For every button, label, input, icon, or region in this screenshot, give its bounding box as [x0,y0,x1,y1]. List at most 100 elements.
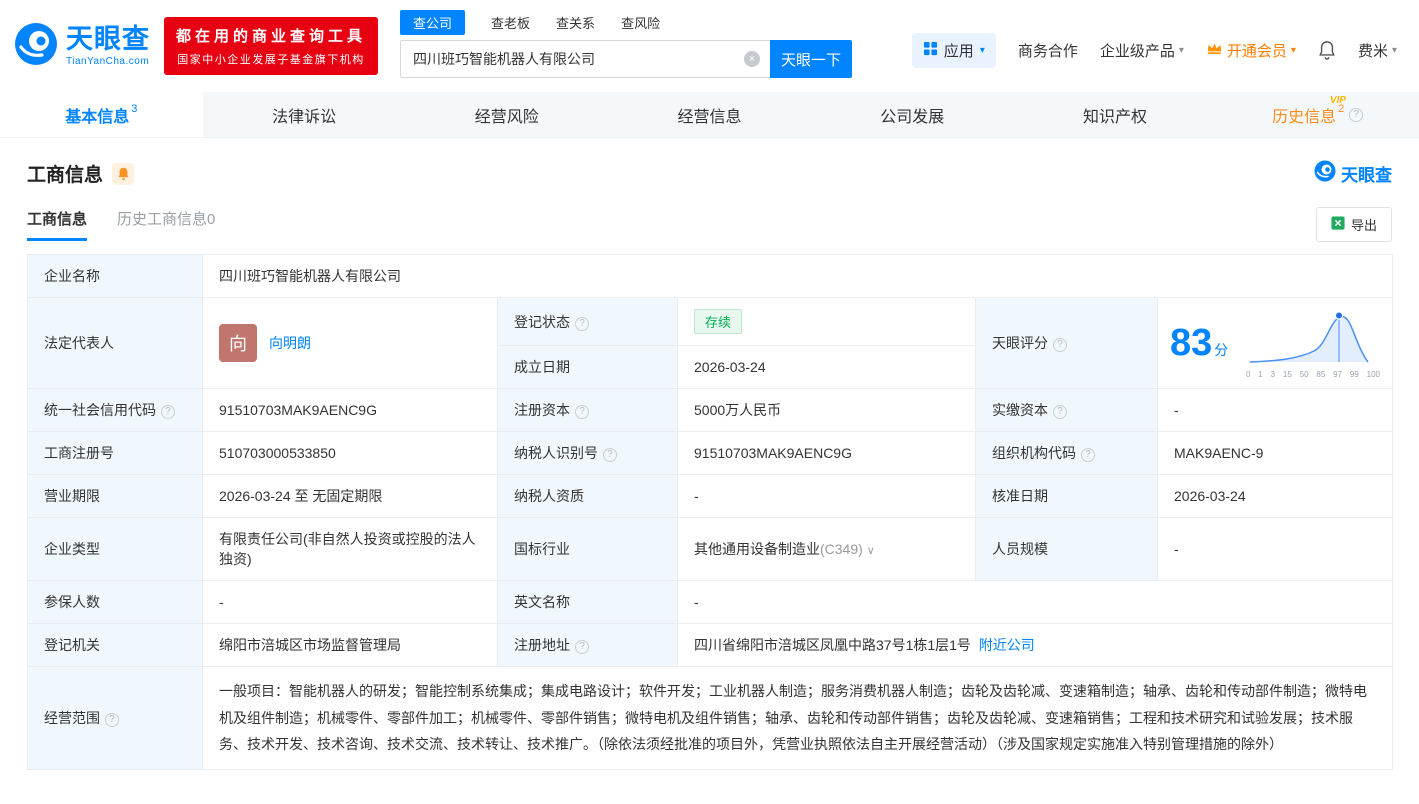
apps-label: 应用 [944,40,974,61]
business-info-table: 企业名称 四川班巧智能机器人有限公司 法定代表人 向 向明朗 登记状态? 存续 … [27,254,1393,770]
tab-label: 法律诉讼 [272,103,336,127]
table-row: 登记机关 绵阳市涪城区市场监督管理局 注册地址? 四川省绵阳市涪城区凤凰中路37… [28,624,1393,667]
enterprise-label: 企业级产品 [1100,40,1175,61]
tab-label: 经营信息 [678,103,742,127]
establish-date-label: 成立日期 [498,346,678,389]
paid-capital-label: 实缴资本? [976,389,1158,432]
org-code-label: 组织机构代码? [976,432,1158,475]
help-icon[interactable]: ? [1053,405,1067,419]
search-tab-company[interactable]: 查公司 [400,10,465,35]
subscribe-bell-icon[interactable] [112,163,134,185]
chart-tick: 15 [1283,370,1292,379]
search-tab-relation[interactable]: 查关系 [556,10,595,35]
industry-value: 其他通用设备制造业(C349)∨ [678,518,976,581]
help-icon[interactable]: ? [1081,448,1095,462]
tab-company-development[interactable]: 公司发展 [811,92,1014,137]
score-axis-ticks: 0 1 3 15 50 85 97 99 100 [1246,370,1380,379]
score-number: 83 [1170,322,1212,364]
chevron-down-icon[interactable]: ∨ [867,545,875,557]
score-number-wrap: 83分 [1170,324,1228,362]
score-label: 天眼评分? [976,298,1158,389]
section-header: 工商信息 天眼查 [27,160,1392,187]
chart-tick: 97 [1333,370,1342,379]
search-tab-risk[interactable]: 查风险 [621,10,660,35]
header-nav: 应用 ▾ 商务合作 企业级产品 ▾ 开通会员 ▾ [912,33,1397,68]
table-row: 参保人数 - 英文名称 - [28,581,1393,624]
reg-number-value: 510703000533850 [203,432,498,475]
legal-rep-value: 向 向明朗 [203,298,498,389]
tab-basic-info[interactable]: 基本信息3 [0,92,203,137]
tab-history-info[interactable]: VIP 历史信息2 ? [1216,92,1419,137]
nav-open-vip[interactable]: 开通会员 ▾ [1206,40,1296,61]
score-curve-chart: 0 1 3 15 50 85 97 99 100 [1246,308,1380,379]
establish-date-value: 2026-03-24 [678,346,976,389]
table-row: 工商注册号 510703000533850 纳税人识别号? 91510703MA… [28,432,1393,475]
tab-operational-risk[interactable]: 经营风险 [405,92,608,137]
tianyancha-company-page: 天眼查 TianYanCha.com 都在用的商业查询工具 国家中小企业发展子基… [0,0,1419,770]
help-icon[interactable]: ? [1349,108,1363,122]
nav-user[interactable]: 费米 ▾ [1358,40,1397,61]
status-badge: 存续 [694,309,742,334]
apps-menu[interactable]: 应用 ▾ [912,33,996,68]
score-unit: 分 [1214,342,1228,358]
staff-size-label: 人员规模 [976,518,1158,581]
crown-icon [1206,41,1223,59]
english-name-label: 英文名称 [498,581,678,624]
help-icon[interactable]: ? [575,405,589,419]
tab-intellectual-property[interactable]: 知识产权 [1014,92,1217,137]
promo-line1: 都在用的商业查询工具 [176,25,366,46]
help-icon[interactable]: ? [575,640,589,654]
tab-legal-proceedings[interactable]: 法律诉讼 [203,92,406,137]
clear-icon[interactable]: × [744,51,760,67]
search-input[interactable] [400,40,770,78]
subtab-business-info[interactable]: 工商信息 [27,208,87,241]
help-icon[interactable]: ? [105,713,119,727]
tab-label: 公司发展 [880,103,944,127]
help-icon[interactable]: ? [603,448,617,462]
score-value-cell: 83分 0 1 3 [1158,298,1393,389]
search-tab-boss[interactable]: 查老板 [491,10,530,35]
legal-rep-link[interactable]: 向明朗 [269,333,311,353]
chart-tick: 85 [1316,370,1325,379]
search-tabs: 查公司 查老板 查关系 查风险 [400,10,852,35]
table-row: 企业名称 四川班巧智能机器人有限公司 [28,255,1393,298]
business-term-label: 营业期限 [28,475,203,518]
address-value: 四川省绵阳市涪城区凤凰中路37号1栋1层1号 附近公司 [678,624,1393,667]
nav-business-cooperation[interactable]: 商务合作 [1018,40,1078,61]
table-row: 统一社会信用代码? 91510703MAK9AENC9G 注册资本? 5000万… [28,389,1393,432]
business-scope-value: 一般项目：智能机器人的研发；智能控制系统集成；集成电路设计；软件开发；工业机器人… [203,667,1393,770]
help-icon[interactable]: ? [575,317,589,331]
table-row: 企业类型 有限责任公司(非自然人投资或控股的法人独资) 国标行业 其他通用设备制… [28,518,1393,581]
search-button[interactable]: 天眼一下 [770,40,852,78]
company-type-value: 有限责任公司(非自然人投资或控股的法人独资) [203,518,498,581]
credit-code-label: 统一社会信用代码? [28,389,203,432]
paid-capital-value: - [1158,389,1393,432]
reg-authority-label: 登记机关 [28,624,203,667]
nav-enterprise-products[interactable]: 企业级产品 ▾ [1100,40,1184,61]
approval-date-value: 2026-03-24 [1158,475,1393,518]
export-label: 导出 [1351,215,1377,234]
table-row: 经营范围? 一般项目：智能机器人的研发；智能控制系统集成；集成电路设计；软件开发… [28,667,1393,770]
reg-capital-label: 注册资本? [498,389,678,432]
export-button[interactable]: 导出 [1316,207,1392,242]
logo-title: 天眼查 [66,26,150,53]
subtab-history-business-info[interactable]: 历史工商信息0 [117,208,215,241]
notifications-bell-icon[interactable] [1318,40,1336,60]
legal-rep-avatar[interactable]: 向 [219,324,257,362]
chart-tick: 3 [1271,370,1275,379]
help-icon[interactable]: ? [1053,338,1067,352]
help-icon[interactable]: ? [161,405,175,419]
table-row: 营业期限 2026-03-24 至 无固定期限 纳税人资质 - 核准日期 202… [28,475,1393,518]
industry-label: 国标行业 [498,518,678,581]
taxpayer-id-value: 91510703MAK9AENC9G [678,432,976,475]
tianyancha-logo[interactable]: 天眼查 TianYanCha.com [14,22,150,71]
tianyancha-logo-icon [1314,160,1336,187]
chart-tick: 100 [1367,370,1380,379]
tab-business-operations[interactable]: 经营信息 [608,92,811,137]
nearby-companies-link[interactable]: 附近公司 [979,637,1035,653]
industry-code: (C349) [820,541,863,557]
tab-count-badge: 3 [131,103,137,115]
company-name-label: 企业名称 [28,255,203,298]
business-scope-label: 经营范围? [28,667,203,770]
promo-badge: 都在用的商业查询工具 国家中小企业发展子基金旗下机构 [164,17,378,75]
